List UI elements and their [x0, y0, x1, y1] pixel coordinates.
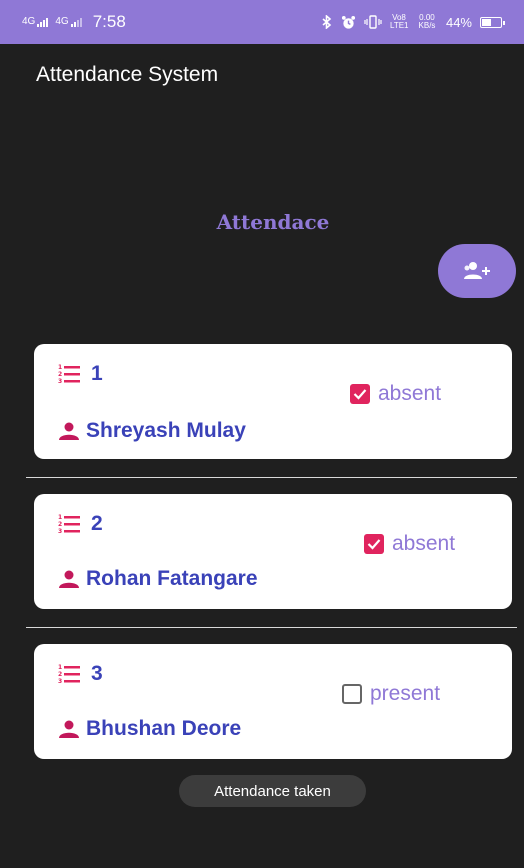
svg-text:3: 3 — [58, 678, 62, 685]
battery-percent: 44% — [445, 14, 472, 30]
signal-icon — [37, 18, 49, 27]
add-person-icon — [464, 262, 490, 279]
network-speed: 0.00 KB/s — [418, 13, 436, 30]
svg-text:1: 1 — [58, 364, 62, 371]
svg-text:3: 3 — [58, 528, 62, 535]
attendance-checkbox[interactable]: present — [342, 682, 440, 706]
vibrate-icon — [364, 15, 382, 29]
svg-text:2: 2 — [58, 371, 62, 378]
status-label: absent — [392, 532, 456, 555]
person-icon — [59, 720, 79, 738]
status-bar-right: Vo8 LTE1 0.00 KB/s 44% — [321, 13, 505, 30]
checkbox-unchecked[interactable] — [342, 684, 362, 704]
student-card[interactable]: 1 2 3 1 absent Shreyash Mulay — [34, 344, 512, 459]
numbered-list-icon: 1 2 3 — [58, 514, 80, 535]
attendance-checkbox[interactable]: absent — [350, 382, 441, 406]
network-2-label: 4G — [55, 16, 69, 27]
student-name-label: Bhushan Deore — [86, 717, 242, 740]
numbered-list-icon: 1 2 3 — [58, 364, 80, 385]
numbered-list-icon: 1 2 3 — [58, 664, 80, 685]
roll-number-label: 1 — [91, 362, 103, 385]
bluetooth-icon — [322, 15, 332, 29]
svg-text:3: 3 — [58, 378, 62, 385]
svg-text:2: 2 — [58, 671, 62, 678]
student-name: Bhushan Deore — [58, 717, 241, 741]
person-icon — [59, 422, 79, 440]
student-name: Shreyash Mulay — [58, 419, 246, 443]
status-label: present — [370, 682, 441, 705]
checkbox-checked[interactable] — [364, 534, 384, 554]
page-heading: Attendace — [216, 210, 330, 234]
app-title: Attendance System — [36, 63, 219, 86]
checkbox-checked[interactable] — [350, 384, 370, 404]
battery-icon — [480, 16, 505, 28]
clock: 7:58 — [92, 12, 126, 31]
student-card[interactable]: 1 2 3 3 present Bhushan Deore — [34, 644, 512, 759]
roll-number: 1 2 3 1 — [58, 362, 103, 386]
roll-number-label: 3 — [91, 662, 103, 685]
volte-indicator: Vo8 LTE1 — [389, 13, 409, 30]
student-name: Rohan Fatangare — [58, 567, 258, 591]
svg-text:1: 1 — [58, 664, 62, 671]
roll-number: 1 2 3 3 — [58, 662, 103, 686]
person-icon — [59, 570, 79, 588]
attendance-checkbox[interactable]: absent — [364, 532, 455, 556]
alarm-icon — [341, 15, 356, 29]
student-name-label: Rohan Fatangare — [86, 567, 258, 590]
status-bar-left: 4G 4G 7:58 — [22, 12, 126, 32]
network-indicator-2: 4G — [55, 17, 82, 27]
student-card[interactable]: 1 2 3 2 absent Rohan Fatangare — [34, 494, 512, 609]
status-label: absent — [378, 382, 442, 405]
signal-icon — [70, 18, 82, 27]
status-bar: 4G 4G 7:58 Vo8 LTE1 0.00 KB/s 44% — [0, 0, 524, 44]
divider — [26, 627, 517, 628]
toast-message: Attendance taken — [179, 775, 366, 807]
check-icon — [367, 539, 381, 550]
roll-number: 1 2 3 2 — [58, 512, 103, 536]
svg-text:2: 2 — [58, 521, 62, 528]
network-indicator-1: 4G — [22, 17, 49, 27]
add-student-button[interactable] — [438, 244, 516, 298]
check-icon — [353, 389, 367, 400]
student-name-label: Shreyash Mulay — [86, 419, 246, 442]
network-1-label: 4G — [22, 16, 36, 27]
svg-text:1: 1 — [58, 514, 62, 521]
roll-number-label: 2 — [91, 512, 103, 535]
divider — [26, 477, 517, 478]
